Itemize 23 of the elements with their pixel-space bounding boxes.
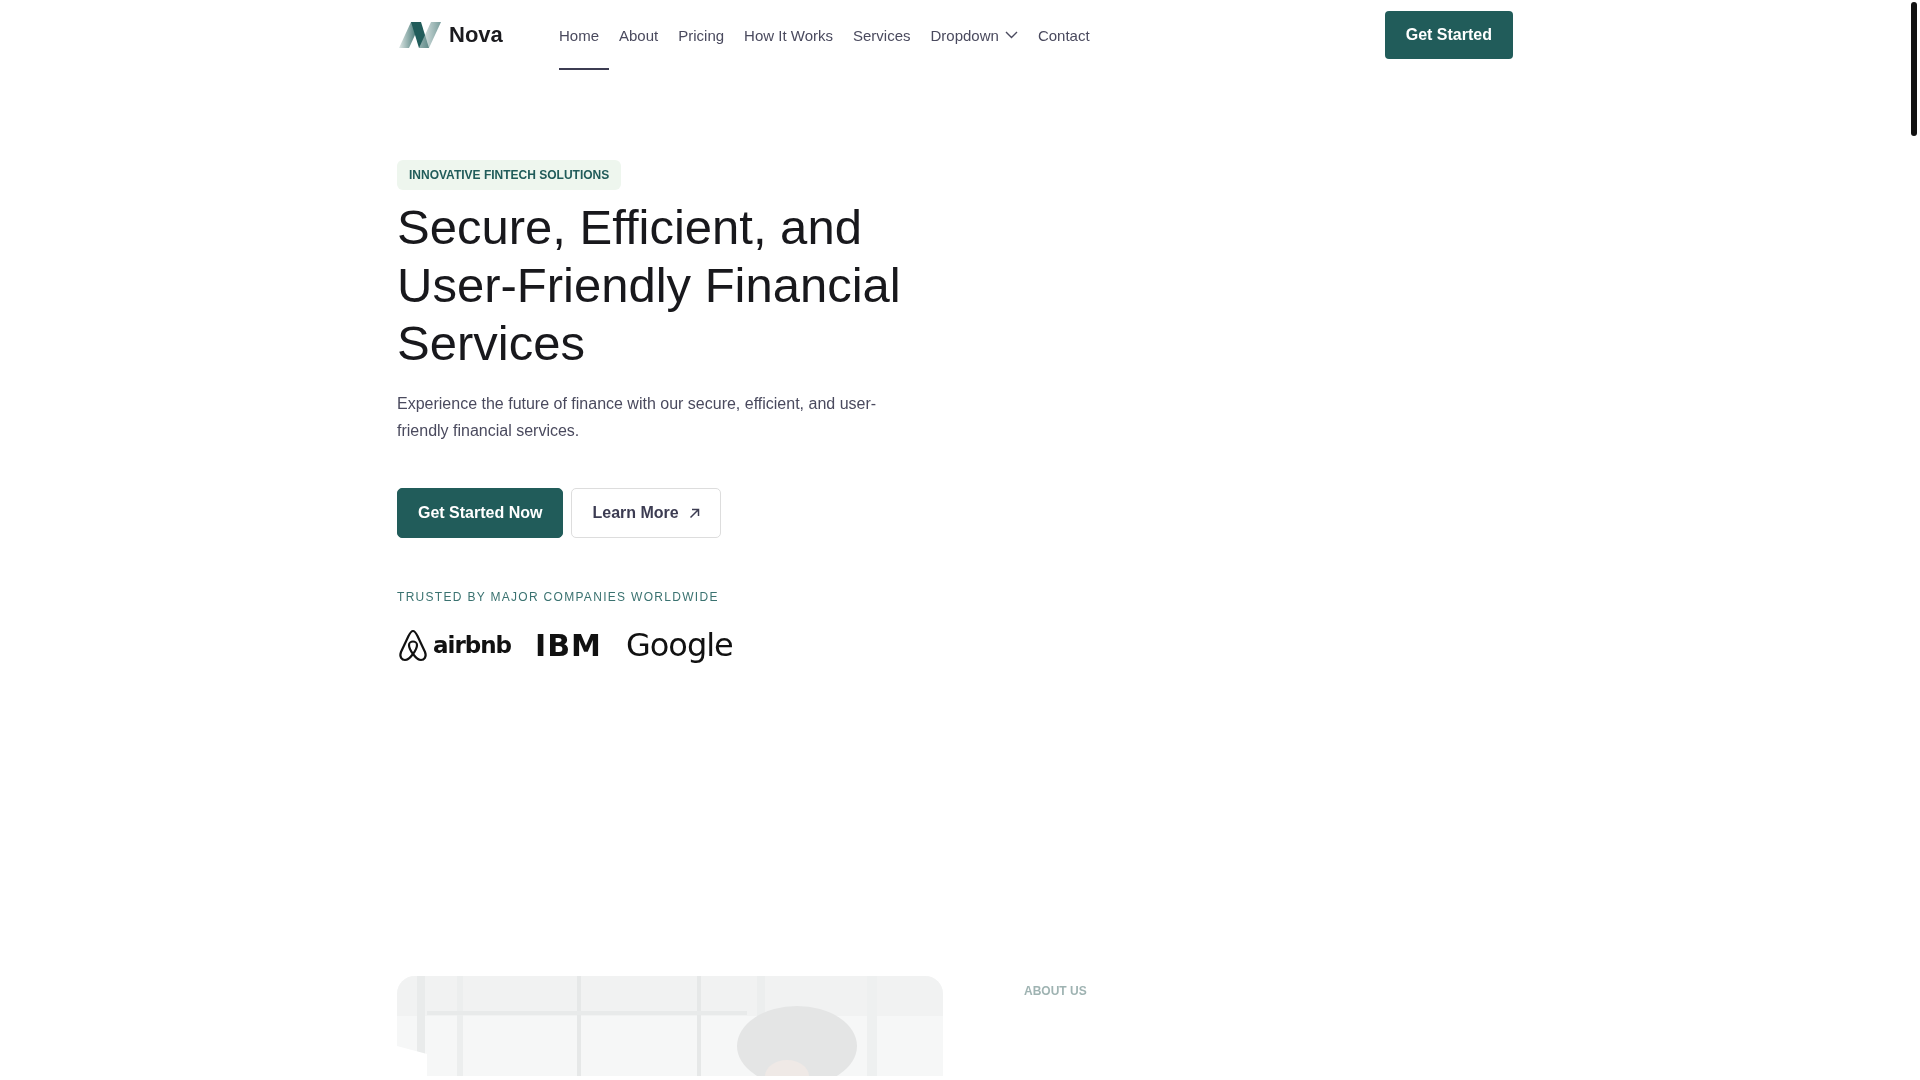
hero-title: Secure, Efficient, and User-Friendly Financial Services [397, 199, 902, 372]
nav-link[interactable]: Pricing [668, 0, 735, 70]
airbnb-symbol-icon [397, 628, 429, 662]
nav-link[interactable]: About [609, 0, 669, 70]
nav-dropdown[interactable]: Dropdown [920, 0, 1028, 70]
get-started-now-button[interactable]: Get Started Now [397, 488, 564, 538]
trusted-label: TRUSTED BY MAJOR COMPANIES WORLDWIDE [397, 590, 720, 604]
nav-link[interactable]: How It Works [734, 0, 843, 70]
hero-text: Experience the future of finance with our secure, efficient, and user-friendly financial services. [397, 394, 878, 441]
company-logo: airbnb [433, 632, 512, 658]
scrollbar[interactable] [1911, 2, 1917, 136]
brand-name[interactable]: Nova [449, 22, 503, 48]
nav-link[interactable]: Services [843, 0, 921, 70]
nav-link[interactable]: Home [559, 0, 609, 70]
arrow-up-right-icon [688, 507, 700, 519]
company-logo: Google [625, 626, 733, 664]
get-started-button[interactable]: Get Started [1384, 11, 1513, 59]
hero-badge: INNOVATIVE FINTECH SOLUTIONS [397, 160, 622, 190]
chevron-down-icon [1004, 31, 1018, 39]
company-logo: IBM [535, 627, 602, 663]
nav-link[interactable]: Contact [1027, 0, 1100, 70]
learn-more-button[interactable]: Learn More [571, 488, 721, 538]
section-label: ABOUT US [1024, 984, 1087, 1000]
